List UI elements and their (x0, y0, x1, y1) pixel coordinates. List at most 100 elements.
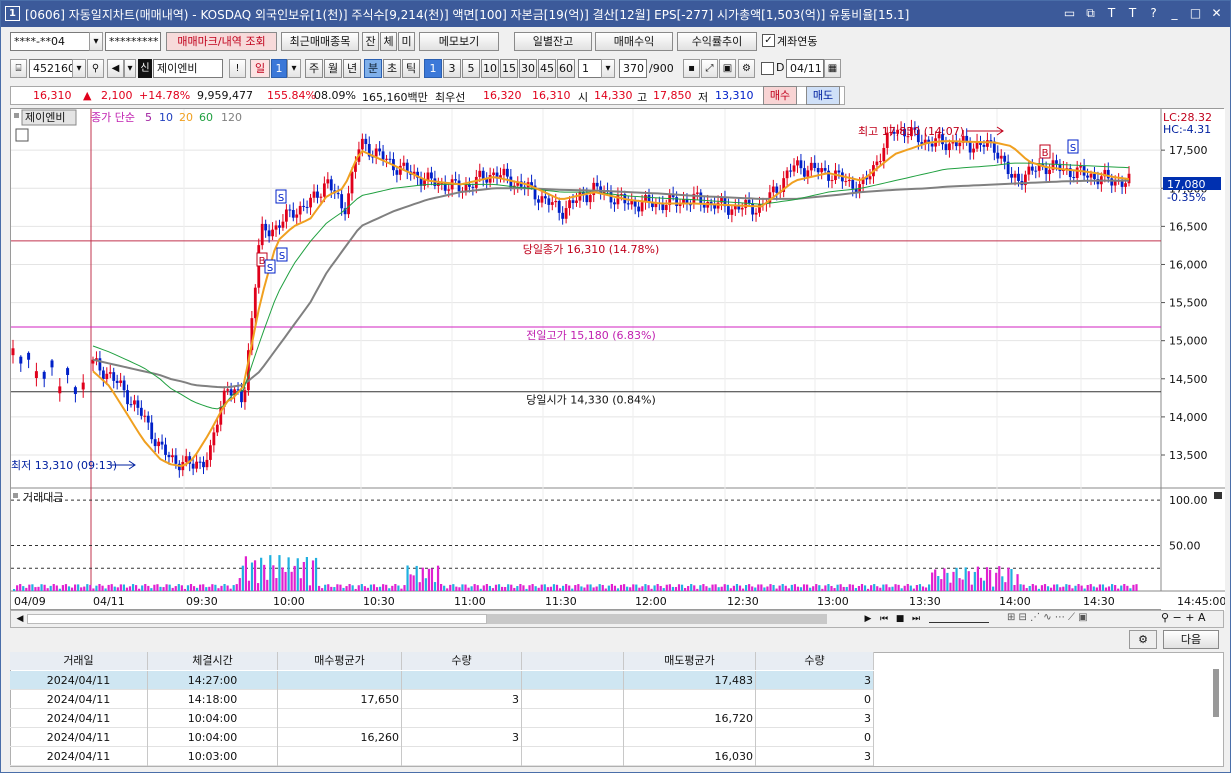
sell-button[interactable]: 매도 (806, 86, 840, 105)
recent-trades-button[interactable]: 최근매매종목 (281, 32, 359, 51)
scroll-left-icon[interactable]: ◀ (13, 612, 27, 626)
col-trade-date[interactable]: 거래일 (10, 652, 148, 670)
period-year-button[interactable]: 년 (343, 59, 361, 78)
period-dropdown-icon[interactable]: ▾ (287, 59, 301, 78)
minute-60-button[interactable]: 60 (557, 59, 575, 78)
period-week-button[interactable]: 주 (305, 59, 323, 78)
save-icon[interactable]: ▣ (719, 59, 736, 78)
volume-bar (751, 586, 754, 591)
stock-search-icon[interactable]: ⌸ (10, 59, 27, 78)
candle-body (799, 160, 803, 169)
speaker-dropdown-icon[interactable]: ▾ (124, 59, 136, 78)
trade-marks-button[interactable]: 매매마크/내역 조회 (166, 32, 277, 51)
stock-name-field[interactable]: 제이엔비 (153, 59, 223, 78)
executed-button[interactable]: 체 (380, 32, 397, 51)
period-day-value[interactable]: 1 (271, 59, 287, 78)
minute-5-button[interactable]: 5 (462, 59, 480, 78)
date-input[interactable]: 04/11 (786, 59, 824, 78)
minute-10-button[interactable]: 10 (481, 59, 499, 78)
candle-body (1013, 173, 1017, 178)
alert-icon[interactable]: ! (229, 59, 246, 78)
stop-icon[interactable]: ■ (893, 612, 907, 626)
minute-15-button[interactable]: 15 (500, 59, 518, 78)
zoom-slider[interactable] (929, 615, 989, 623)
next-page-button[interactable]: 다음 (1163, 630, 1219, 649)
chart-canvas[interactable]: 17,50017,00016,50016,00015,50015,00014,5… (11, 109, 1225, 611)
scroll-track[interactable] (27, 614, 487, 624)
jump-end-icon[interactable]: ⏭ (909, 612, 923, 626)
unfilled-button[interactable]: 미 (398, 32, 415, 51)
stock-code-input[interactable]: 452160 (29, 59, 73, 78)
chart-tool-icons[interactable]: ⊞ ⊟ ⋰ ∿ ⋯ ⟋ ▣ (1007, 612, 1147, 626)
close-icon[interactable]: ✕ (1209, 5, 1224, 21)
trade-profit-button[interactable]: 매매수익 (595, 32, 673, 51)
volume-bar (473, 584, 476, 591)
period-second-button[interactable]: 초 (383, 59, 401, 78)
custom-minute-input[interactable]: 1 (578, 59, 602, 78)
calendar-icon[interactable]: ▦ (824, 59, 841, 78)
col-exec-time[interactable]: 체결시간 (148, 652, 278, 670)
cell-sell-avg: 16,720 (624, 709, 756, 728)
buy-button[interactable]: 매수 (763, 86, 797, 105)
scroll-right-icon[interactable]: ▶ (861, 612, 875, 626)
date-checkbox[interactable] (761, 62, 774, 75)
col-sell-qty[interactable]: 수량 (756, 652, 874, 670)
period-minute-button[interactable]: 분 (364, 59, 382, 78)
table-row[interactable]: 2024/04/11 10:04:00 16,260 3 0 (10, 728, 874, 747)
grid-scrollbar[interactable] (1213, 669, 1219, 717)
minute-45-button[interactable]: 45 (538, 59, 556, 78)
return-trend-button[interactable]: 수익률추이 (677, 32, 757, 51)
code-dropdown-icon[interactable]: ▾ (72, 59, 86, 78)
candle-body (291, 210, 295, 218)
zoom-controls[interactable]: ⚲ − + A (1161, 611, 1221, 625)
grid-settings-gear-icon[interactable]: ⚙ (1129, 630, 1157, 649)
balance-button[interactable]: 잔 (362, 32, 379, 51)
volume-bar (1083, 588, 1086, 591)
minute-30-button[interactable]: 30 (519, 59, 537, 78)
low-annotation: 최저 13,310 (09:13) (11, 459, 117, 472)
cascade-icon[interactable]: ⧉ (1083, 5, 1098, 21)
volume-bar (116, 587, 119, 591)
font-size-icon[interactable]: T (1125, 5, 1140, 21)
account-dropdown-icon[interactable]: ▾ (89, 32, 103, 51)
draw-line-icon[interactable]: ⤢ (701, 59, 718, 78)
jump-start-icon[interactable]: ⏮ (877, 612, 891, 626)
magnifier-icon[interactable]: ⚲ (87, 59, 104, 78)
volume-bar (467, 587, 470, 591)
price-chart[interactable]: 17,50017,00016,50016,00015,50015,00014,5… (10, 108, 1225, 611)
maximize-icon[interactable]: □ (1188, 5, 1203, 21)
restore-layout-icon[interactable]: ▭ (1062, 5, 1077, 21)
table-row[interactable]: 2024/04/11 10:04:00 16,720 3 (10, 709, 874, 728)
help-icon[interactable]: ? (1146, 5, 1161, 21)
table-row[interactable]: 2024/04/11 10:03:00 16,030 3 (10, 747, 874, 766)
display-count-input[interactable]: 370 (619, 59, 647, 78)
account-link-checkbox[interactable]: ✓ (762, 34, 775, 47)
minimize-icon[interactable]: _ (1167, 5, 1182, 21)
speaker-icon[interactable]: ◀ (107, 59, 124, 78)
account-number-field[interactable]: ****-**04 (10, 32, 90, 51)
password-field[interactable]: ********* (105, 32, 161, 51)
memo-button[interactable]: 메모보기 (419, 32, 499, 51)
minute-3-button[interactable]: 3 (443, 59, 461, 78)
volume-close-icon[interactable] (1214, 492, 1222, 499)
daily-balance-button[interactable]: 일별잔고 (514, 32, 592, 51)
scroll-thumb[interactable] (487, 614, 827, 624)
pin-icon[interactable]: T (1104, 5, 1119, 21)
col-buy-avg[interactable]: 매수평균가 (278, 652, 402, 670)
col-sell-avg[interactable]: 매도평균가 (624, 652, 756, 670)
volume-bar (354, 588, 357, 591)
table-row[interactable]: 2024/04/11 14:27:00 17,483 3 (10, 671, 874, 690)
col-buy-qty[interactable]: 수량 (402, 652, 522, 670)
period-month-button[interactable]: 월 (324, 59, 342, 78)
settings-gear-icon[interactable]: ⚙ (738, 59, 755, 78)
custom-minute-dropdown-icon[interactable]: ▾ (601, 59, 615, 78)
candle-body (785, 170, 789, 179)
table-row[interactable]: 2024/04/11 14:18:00 17,650 3 0 (10, 690, 874, 709)
cell-blank (522, 728, 624, 747)
table-toggle-icon[interactable] (15, 128, 29, 142)
minute-1-button[interactable]: 1 (424, 59, 442, 78)
period-day-button[interactable]: 일 (250, 59, 270, 78)
app-icon[interactable]: 1 (5, 6, 20, 21)
period-tick-button[interactable]: 틱 (402, 59, 420, 78)
chart-tools-icon[interactable]: ▪ (683, 59, 700, 78)
